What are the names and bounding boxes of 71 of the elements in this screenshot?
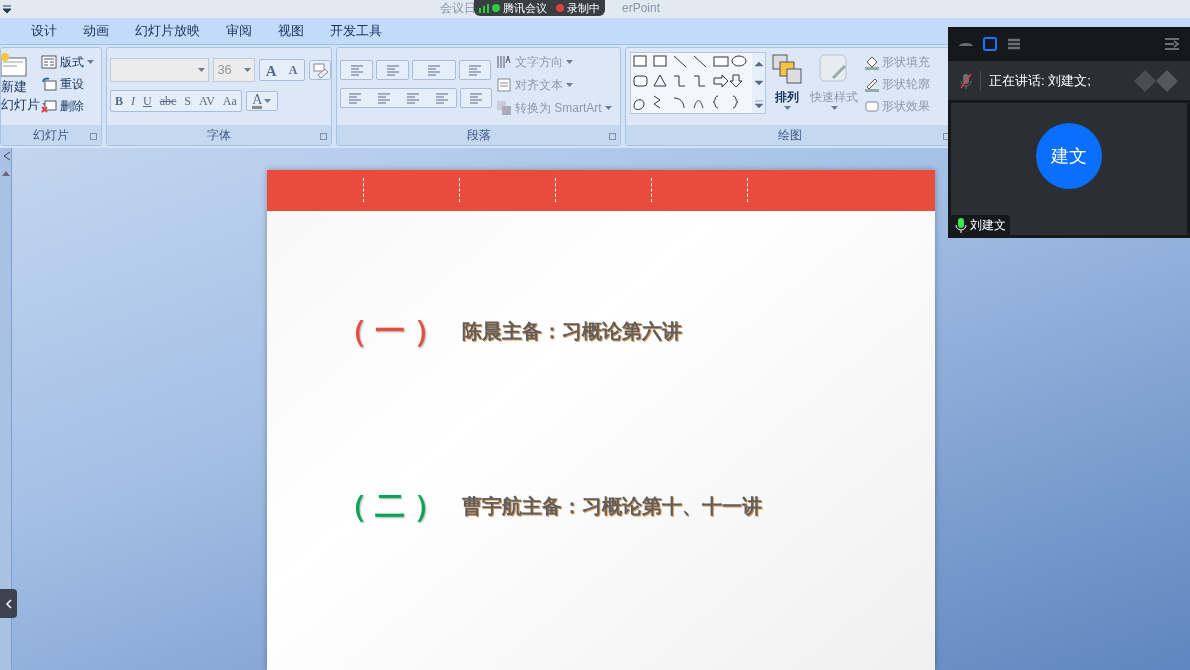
text-format-button[interactable]: U (139, 91, 156, 111)
shapes-gallery-drawing[interactable] (630, 52, 766, 114)
bullets-button[interactable] (340, 60, 373, 80)
alignment-buttons[interactable] (340, 88, 457, 108)
shrink-font-button[interactable]: A (282, 60, 305, 80)
delete-slide-icon (41, 98, 57, 113)
list-view-icon[interactable] (1006, 36, 1022, 52)
slide-command-button[interactable]: 版式 (41, 52, 94, 71)
window-view-icon[interactable] (982, 36, 998, 52)
meeting-app-name: 腾讯会议 (503, 2, 547, 14)
align-right-icon (404, 92, 421, 104)
group-label: 绘图 (778, 127, 802, 144)
agenda-text: 曹宇航主备：习概论第十、十一讲 (462, 493, 762, 519)
smartart-icon (496, 99, 512, 116)
clear-format-icon[interactable] (309, 60, 331, 80)
ribbon-tab[interactable]: 审阅 (226, 21, 252, 41)
reset-icon (41, 76, 57, 91)
align-left-icon (347, 92, 364, 104)
text-format-button[interactable]: I (127, 91, 139, 111)
text-format-button[interactable]: B (111, 91, 127, 111)
columns-button[interactable] (460, 88, 492, 108)
collapse-right-icon[interactable] (1164, 37, 1180, 51)
grow-font-button[interactable]: A (260, 60, 283, 80)
participant-avatar: 建文 (1036, 123, 1102, 189)
layout-icon (41, 54, 57, 69)
muted-mic-icon[interactable] (960, 72, 972, 89)
text-direction-icon (496, 53, 512, 70)
text-format-button[interactable]: Aa (218, 91, 241, 111)
section-marker: （ 一 ） (337, 313, 432, 349)
status-dot-icon (492, 4, 500, 12)
chevron-left-icon (5, 598, 12, 609)
justify-icon (433, 92, 450, 104)
ribbon-tab[interactable]: 开发工具 (330, 21, 382, 41)
style-brush-icon (819, 54, 849, 84)
new-slide-label[interactable]: 新建 (1, 78, 27, 96)
recording-status: 录制中 (567, 2, 600, 14)
ribbon-tab[interactable]: 动画 (83, 21, 109, 41)
text-format-button[interactable]: AV (195, 91, 219, 111)
align-text-icon (496, 76, 512, 93)
speaking-status: 正在讲话: 刘建文; (989, 71, 1091, 90)
meeting-logo-icon (1134, 69, 1178, 92)
group-label: 字体 (207, 127, 231, 144)
ribbon-tab[interactable]: 设计 (31, 21, 57, 41)
new-slide-label[interactable]: 幻灯片 (1, 96, 40, 114)
ribbon-tab[interactable]: 幻灯片放映 (135, 21, 200, 41)
indent-button[interactable] (412, 60, 456, 80)
align-center-icon (376, 92, 393, 104)
slide-command-button[interactable]: 删除 (41, 96, 94, 115)
group-label: 段落 (466, 127, 491, 144)
text-format-button[interactable]: abc (155, 91, 181, 111)
font-size-dropdown[interactable]: 36 (213, 58, 256, 82)
signal-bars-icon (479, 3, 489, 13)
text-format-button[interactable]: S (180, 91, 196, 111)
agenda-text: 陈晨主备：习概论第六讲 (462, 318, 682, 344)
numbering-button[interactable] (376, 60, 409, 80)
section-marker: （ 二 ） (337, 488, 432, 524)
line-spacing-button[interactable] (459, 60, 491, 80)
collapse-panel-button[interactable] (0, 589, 17, 618)
window-title: erPoint (622, 0, 661, 16)
group-label: 幻灯片 (33, 127, 69, 144)
quick-access-caret-icon[interactable] (3, 5, 11, 13)
participant-name: 刘建文 (970, 217, 1006, 234)
window-title: 会议日 (440, 0, 476, 16)
arrange-button[interactable]: 排列 (770, 52, 804, 125)
slide-command-button[interactable]: 重设 (41, 74, 94, 93)
ribbon-tab[interactable]: 视图 (278, 21, 304, 41)
font-color-button[interactable]: A (245, 91, 278, 111)
arrange-icon (772, 54, 802, 84)
scroll-up-icon[interactable] (1, 170, 10, 176)
recording-dot-icon (556, 4, 564, 12)
new-slide-icon[interactable] (1, 52, 27, 78)
